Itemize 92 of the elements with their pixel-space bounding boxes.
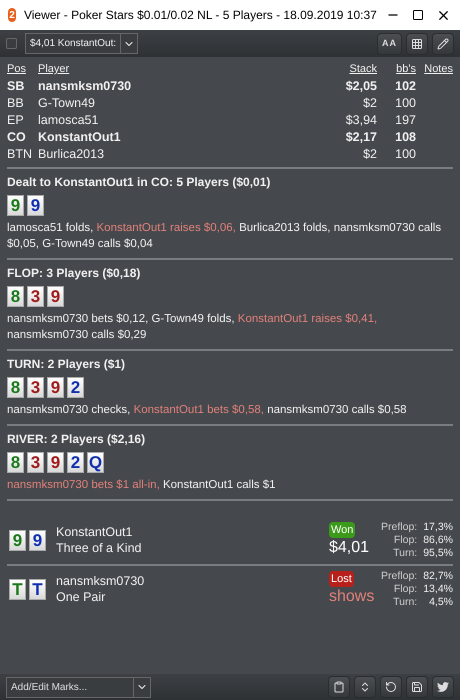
playing-card: 8 bbox=[7, 376, 24, 398]
table-cell-text: 100 bbox=[394, 94, 416, 112]
equity-value: 82,7% bbox=[423, 570, 453, 582]
playing-card: 2 bbox=[67, 452, 84, 472]
column-header: Player bbox=[38, 62, 70, 77]
table-cell-text: 102 bbox=[394, 78, 416, 95]
up-down-icon bbox=[359, 681, 371, 693]
refresh-button[interactable] bbox=[380, 676, 402, 698]
table-cell-text: EP bbox=[7, 112, 25, 129]
action-text: nansmksm0730 bets $1 all-in, KonstantOut1 calls $1 bbox=[7, 478, 276, 492]
table-cell-text: BTN bbox=[7, 146, 33, 163]
table-cell-text: 197 bbox=[394, 112, 416, 129]
outcome-badge: Won bbox=[329, 522, 356, 538]
playing-card: 8 bbox=[7, 286, 24, 306]
save-button[interactable] bbox=[406, 676, 428, 698]
playing-card: 3 bbox=[27, 376, 44, 398]
table-cell-text: $2 bbox=[362, 146, 377, 163]
column-header: Stack bbox=[348, 62, 377, 77]
playing-card: 2 bbox=[67, 376, 84, 398]
table-cell-text: $2,17 bbox=[344, 128, 377, 146]
equity-value: 13,4% bbox=[423, 582, 453, 596]
hand-select[interactable]: $4,01 KonstantOut: bbox=[25, 33, 138, 54]
playing-card: T bbox=[9, 578, 26, 600]
player-name: KonstantOut1 bbox=[56, 524, 134, 540]
outcome-badge: Lost bbox=[329, 570, 354, 588]
playing-card: 9 bbox=[47, 452, 64, 472]
playing-card: 3 bbox=[27, 452, 44, 472]
equity-label: Preflop: bbox=[381, 520, 418, 534]
playing-card: 9 bbox=[47, 376, 64, 398]
table-cell-text: SB bbox=[7, 78, 26, 95]
marks-select[interactable]: Add/Edit Marks... bbox=[6, 676, 151, 698]
table-cell-text: lamosca51 bbox=[38, 112, 100, 129]
save-icon bbox=[411, 681, 423, 693]
equity-value: 95,5% bbox=[423, 546, 453, 560]
street-heading: FLOP: 3 Players ($0,18) bbox=[7, 264, 142, 282]
table-cell-text: $2 bbox=[362, 94, 377, 112]
maximize-icon bbox=[412, 9, 424, 21]
grid-icon bbox=[411, 38, 423, 50]
table-cell-text: nansmksm0730 bbox=[38, 78, 132, 95]
table-cell-text: $2,05 bbox=[344, 78, 377, 95]
equity-value: 17,3% bbox=[423, 520, 453, 534]
font-size-button[interactable]: AA bbox=[377, 32, 402, 54]
column-header: Pos bbox=[7, 62, 27, 77]
playing-card: 8 bbox=[7, 452, 24, 472]
equity-value: 86,6% bbox=[423, 534, 453, 546]
playing-card: 9 bbox=[29, 530, 46, 550]
action-text: lamosca51 folds, KonstantOut1 raises $0,06, Burlica2013 folds, nansmksm0730 calls $0,05, G-Town49 calls $0,04 bbox=[7, 220, 442, 252]
equity-label: Flop: bbox=[392, 534, 418, 546]
equity-label: Preflop: bbox=[381, 570, 418, 582]
edit-button[interactable] bbox=[432, 32, 454, 54]
player-name: nansmksm0730 bbox=[56, 573, 146, 589]
checkbox[interactable] bbox=[6, 38, 17, 49]
window-title: Viewer - Poker Stars $0.01/0.02 NL - 5 Players - 18.09.2019 10:37 bbox=[24, 7, 377, 24]
amount-text: $4,01 bbox=[329, 538, 370, 558]
playing-card: T bbox=[29, 578, 46, 600]
table-cell-text: $3,94 bbox=[344, 112, 377, 129]
equity-label: Turn: bbox=[392, 596, 418, 608]
table-cell-text: 108 bbox=[394, 128, 416, 146]
sort-button[interactable] bbox=[354, 676, 376, 698]
playing-card: 9 bbox=[7, 194, 24, 216]
playing-card: 3 bbox=[27, 286, 44, 306]
playing-card: 9 bbox=[27, 194, 44, 216]
share-button[interactable] bbox=[432, 676, 454, 698]
amount-text: shows bbox=[329, 587, 374, 608]
street-heading: Dealt to KonstantOut1 in CO: 5 Players ($0,01) bbox=[7, 174, 272, 190]
bird-icon bbox=[437, 681, 449, 693]
table-cell-text: G-Town49 bbox=[38, 94, 96, 112]
pencil-icon bbox=[437, 38, 449, 50]
equity-value: 4,5% bbox=[428, 596, 453, 608]
app-logo: 2 bbox=[8, 8, 16, 22]
equity-label: Flop: bbox=[392, 582, 418, 596]
table-cell-text: KonstantOut1 bbox=[38, 128, 122, 146]
hand-rank: One Pair bbox=[56, 589, 106, 605]
playing-card: Q bbox=[87, 452, 104, 472]
equity-label: Turn: bbox=[392, 546, 418, 560]
table-cell-text: BB bbox=[7, 94, 25, 112]
clipboard-icon bbox=[333, 681, 345, 693]
action-text: nansmksm0730 checks, KonstantOut1 bets $0,58, nansmksm0730 calls $0,58 bbox=[7, 402, 408, 418]
table-cell-text: CO bbox=[7, 128, 27, 146]
clipboard-button[interactable] bbox=[328, 676, 350, 698]
table-cell-text: 100 bbox=[394, 146, 416, 163]
table-cell-text: Burlica2013 bbox=[38, 146, 106, 163]
playing-card: 9 bbox=[47, 286, 64, 306]
column-header: Notes bbox=[423, 62, 453, 77]
playing-card: 9 bbox=[9, 530, 26, 550]
hand-rank: Three of a Kind bbox=[56, 540, 142, 556]
column-header: bb's bbox=[395, 62, 416, 77]
street-heading: RIVER: 2 Players ($2,16) bbox=[7, 430, 146, 448]
action-text: nansmksm0730 bets $0,12, G-Town49 folds, KonstantOut1 raises $0,41, nansmksm0730 calls $0,29 bbox=[7, 312, 378, 342]
grid-button[interactable] bbox=[406, 32, 428, 54]
refresh-icon bbox=[385, 681, 397, 693]
street-heading: TURN: 2 Players ($1) bbox=[7, 356, 126, 372]
